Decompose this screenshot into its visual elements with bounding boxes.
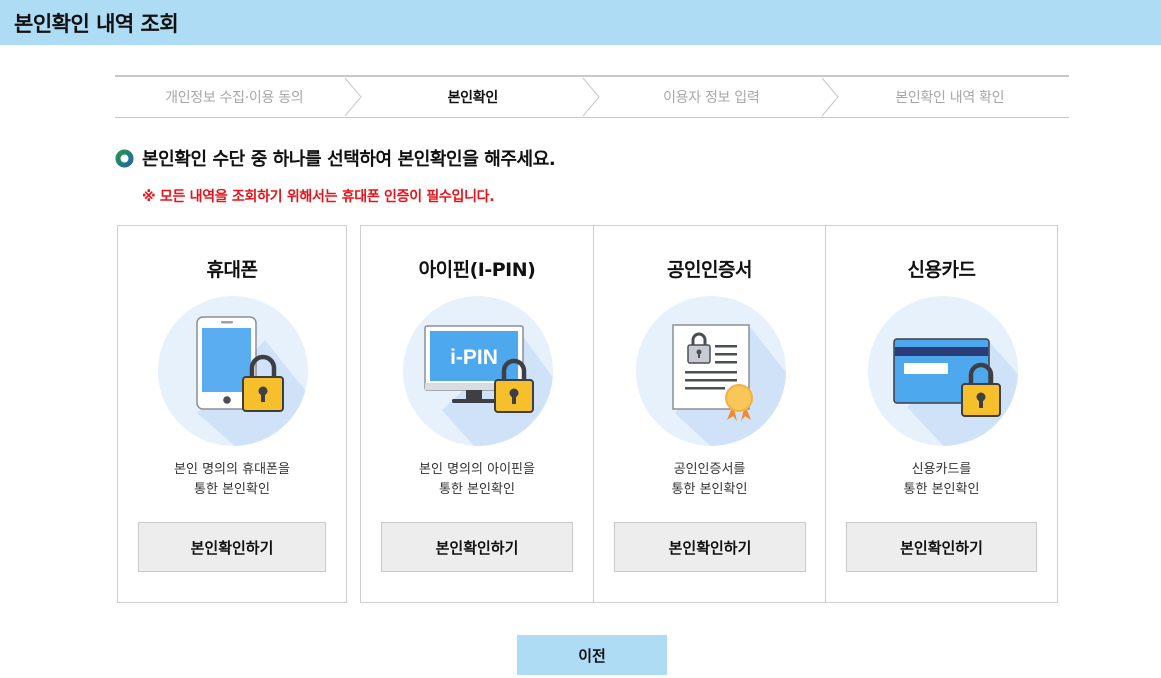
step-label: 개인정보 수집·이용 동의	[165, 90, 304, 106]
card-title: 휴대폰	[206, 259, 258, 281]
card-description: 신용카드를 통한 본인확인	[826, 460, 1057, 500]
chevron-right-icon	[344, 77, 362, 117]
desc-line: 본인 명의의 아이핀을	[419, 462, 535, 477]
step-label: 본인확인	[447, 90, 499, 106]
card-description: 본인 명의의 아이핀을 통한 본인확인	[361, 460, 593, 500]
chevron-right-icon	[582, 77, 600, 117]
card-title: 신용카드	[907, 259, 976, 281]
step-user-info: 이용자 정보 입력	[592, 77, 839, 117]
instruction: 본인확인 수단 중 하나를 선택하여 본인확인을 해주세요.	[115, 145, 556, 171]
step-consent: 개인정보 수집·이용 동의	[115, 77, 362, 117]
verify-certificate-button[interactable]: 본인확인하기	[614, 522, 806, 572]
verify-phone-button[interactable]: 본인확인하기	[138, 522, 326, 572]
step-progress: 개인정보 수집·이용 동의 본인확인 이용자 정보 입력 본인확인 내역 확인	[115, 75, 1069, 118]
method-card-certificate: 공인인증서 공인인증서를 통한 본인확인 본인확인하기	[593, 225, 826, 603]
desc-line: 통한 본인확인	[439, 482, 515, 497]
desc-line: 공인인증서를	[673, 462, 746, 477]
method-card-ipin: 아이핀(I-PIN) i-PIN 본인 명의의 아이핀을 통한 본인확인 본인확…	[360, 225, 594, 603]
page-title: 본인확인 내역 조회	[14, 12, 179, 36]
card-title: 공인인증서	[667, 259, 752, 281]
method-card-phone: 휴대폰 본인 명의의 휴대폰을 통한 본인확인 본인확인하기	[117, 225, 347, 603]
card-title: 아이핀(I-PIN)	[418, 259, 536, 281]
step-history: 본인확인 내역 확인	[831, 77, 1070, 117]
previous-button[interactable]: 이전	[517, 635, 667, 675]
credit-card-lock-icon	[868, 296, 1018, 446]
ipin-logo-text: i-PIN	[450, 346, 498, 369]
instruction-text: 본인확인 수단 중 하나를 선택하여 본인확인을 해주세요.	[142, 149, 556, 170]
page-header: 본인확인 내역 조회	[0, 0, 1161, 45]
phone-lock-icon	[158, 296, 308, 446]
verify-ipin-button[interactable]: 본인확인하기	[381, 522, 573, 572]
warning-text: ※ 모든 내역을 조회하기 위해서는 휴대폰 인증이 필수입니다.	[142, 189, 495, 205]
verify-creditcard-button[interactable]: 본인확인하기	[846, 522, 1037, 572]
card-description: 공인인증서를 통한 본인확인	[594, 460, 825, 500]
desc-line: 통한 본인확인	[194, 482, 270, 497]
step-label: 이용자 정보 입력	[663, 90, 760, 106]
desc-line: 신용카드를	[911, 462, 972, 477]
desc-line: 통한 본인확인	[671, 482, 748, 497]
certificate-icon	[636, 296, 786, 446]
chevron-right-icon	[821, 77, 839, 117]
method-card-creditcard: 신용카드 신용카드를 통한 본인확인 본인확인하기	[825, 225, 1058, 603]
ring-bullet-icon	[115, 148, 134, 168]
step-label: 본인확인 내역 확인	[895, 90, 1005, 106]
ipin-monitor-lock-icon: i-PIN	[403, 296, 553, 446]
step-verify: 본인확인	[354, 77, 600, 117]
desc-line: 본인 명의의 휴대폰을	[174, 462, 290, 477]
card-description: 본인 명의의 휴대폰을 통한 본인확인	[118, 460, 346, 500]
desc-line: 통한 본인확인	[903, 482, 980, 497]
